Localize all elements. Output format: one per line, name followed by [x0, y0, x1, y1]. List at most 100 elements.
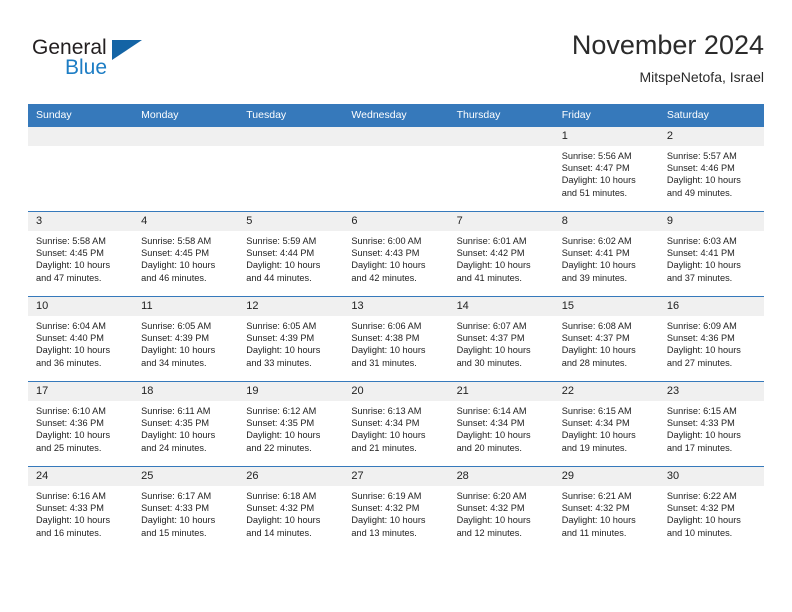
- calendar-day-cell[interactable]: 13 Sunrise: 6:06 AM Sunset: 4:38 PM Dayligh…: [343, 296, 449, 382]
- calendar-day-cell[interactable]: 20 Sunrise: 6:13 AM Sunset: 4:34 PM Dayligh…: [343, 381, 449, 467]
- day-details: Sunrise: 6:09 AM Sunset: 4:36 PM Daylight:…: [659, 316, 764, 369]
- calendar-week-row: 17 Sunrise: 6:10 AM Sunset: 4:36 PM Dayligh…: [28, 381, 764, 467]
- day-details: Sunrise: 6:15 AM Sunset: 4:34 PM Daylight:…: [554, 401, 659, 454]
- sunset-time: Sunset: 4:33 PM: [141, 503, 210, 514]
- daylight-duration-line1: Daylight: 10 hours: [561, 260, 636, 271]
- calendar-header-row: Sunday Monday Tuesday Wednesday Thursday…: [28, 104, 764, 127]
- calendar-day-cell[interactable]: 10 Sunrise: 6:04 AM Sunset: 4:40 PM Dayligh…: [28, 296, 134, 382]
- sunrise-time: Sunrise: 6:22 AM: [666, 491, 737, 501]
- calendar-day-cell[interactable]: 15 Sunrise: 6:08 AM Sunset: 4:37 PM Dayligh…: [553, 296, 659, 382]
- calendar-day-cell[interactable]: 6 Sunrise: 6:00 AM Sunset: 4:43 PM Daylight…: [343, 211, 449, 297]
- general-blue-logo[interactable]: General Blue: [32, 36, 222, 94]
- day-number: 24: [28, 467, 134, 486]
- daylight-duration-line2: and 11 minutes.: [561, 527, 627, 538]
- calendar-day-cell[interactable]: 23 Sunrise: 6:15 AM Sunset: 4:33 PM Dayligh…: [658, 381, 764, 467]
- calendar-day-cell[interactable]: 8 Sunrise: 6:02 AM Sunset: 4:41 PM Daylight…: [553, 211, 659, 297]
- day-details: Sunrise: 6:19 AM Sunset: 4:32 PM Daylight:…: [343, 486, 448, 539]
- daylight-duration-line1: Daylight: 10 hours: [141, 515, 216, 526]
- day-number: [133, 127, 239, 146]
- calendar-day-cell[interactable]: 30 Sunrise: 6:22 AM Sunset: 4:32 PM Dayligh…: [658, 466, 764, 551]
- sunrise-time: Sunrise: 6:04 AM: [36, 321, 106, 331]
- page-header: General Blue November 2024 MitspeNetofa,…: [28, 28, 764, 96]
- calendar-day-cell[interactable]: 2 Sunrise: 5:57 AM Sunset: 4:46 PM Daylight…: [658, 126, 764, 212]
- calendar-day-cell[interactable]: 12 Sunrise: 6:05 AM Sunset: 4:39 PM Dayligh…: [238, 296, 344, 382]
- day-details: Sunrise: 6:01 AM Sunset: 4:42 PM Daylight:…: [449, 231, 554, 284]
- day-number: 5: [238, 212, 344, 231]
- daylight-duration-line2: and 13 minutes.: [351, 527, 417, 538]
- daylight-duration-line1: Daylight: 10 hours: [351, 260, 426, 271]
- daylight-duration-line1: Daylight: 10 hours: [246, 430, 321, 441]
- day-details: Sunrise: 5:57 AM Sunset: 4:46 PM Daylight:…: [659, 146, 764, 199]
- calendar-day-cell[interactable]: 4 Sunrise: 5:58 AM Sunset: 4:45 PM Daylight…: [133, 211, 239, 297]
- day-details: Sunrise: 6:11 AM Sunset: 4:35 PM Daylight:…: [133, 401, 238, 454]
- daylight-duration-line2: and 46 minutes.: [141, 272, 207, 283]
- calendar-body: 1 Sunrise: 5:56 AM Sunset: 4:47 PM Daylight…: [28, 126, 764, 551]
- calendar-day-cell-empty: [28, 126, 134, 212]
- day-details: Sunrise: 6:14 AM Sunset: 4:34 PM Daylight:…: [449, 401, 554, 454]
- day-details: Sunrise: 6:08 AM Sunset: 4:37 PM Daylight:…: [554, 316, 659, 369]
- sunrise-time: Sunrise: 6:15 AM: [666, 406, 737, 416]
- sunset-time: Sunset: 4:34 PM: [351, 418, 420, 429]
- daylight-duration-line2: and 47 minutes.: [36, 272, 102, 283]
- sunrise-time: Sunrise: 6:14 AM: [456, 406, 527, 416]
- day-number: 28: [448, 467, 554, 486]
- calendar-day-cell[interactable]: 19 Sunrise: 6:12 AM Sunset: 4:35 PM Dayligh…: [238, 381, 344, 467]
- daylight-duration-line2: and 37 minutes.: [666, 272, 733, 283]
- day-details: Sunrise: 5:58 AM Sunset: 4:45 PM Daylight:…: [28, 231, 133, 284]
- daylight-duration-line2: and 41 minutes.: [456, 272, 522, 283]
- calendar-day-cell[interactable]: 29 Sunrise: 6:21 AM Sunset: 4:32 PM Dayligh…: [553, 466, 659, 551]
- calendar-day-cell[interactable]: 22 Sunrise: 6:15 AM Sunset: 4:34 PM Dayligh…: [553, 381, 659, 467]
- daylight-duration-line2: and 31 minutes.: [351, 357, 417, 368]
- day-number: 6: [343, 212, 449, 231]
- daylight-duration-line2: and 25 minutes.: [36, 442, 102, 453]
- sunrise-time: Sunrise: 6:02 AM: [561, 236, 632, 246]
- day-number: 13: [343, 297, 449, 316]
- calendar-day-cell[interactable]: 3 Sunrise: 5:58 AM Sunset: 4:45 PM Daylight…: [28, 211, 134, 297]
- sunset-time: Sunset: 4:32 PM: [666, 503, 735, 514]
- day-number: 8: [553, 212, 659, 231]
- daylight-duration-line1: Daylight: 10 hours: [351, 345, 426, 356]
- weekday-header-wednesday: Wednesday: [343, 104, 449, 127]
- sunrise-time: Sunrise: 6:15 AM: [561, 406, 632, 416]
- calendar-day-cell[interactable]: 16 Sunrise: 6:09 AM Sunset: 4:36 PM Dayligh…: [658, 296, 764, 382]
- calendar-day-cell[interactable]: 25 Sunrise: 6:17 AM Sunset: 4:33 PM Dayligh…: [133, 466, 239, 551]
- day-number: [28, 127, 134, 146]
- calendar-day-cell[interactable]: 5 Sunrise: 5:59 AM Sunset: 4:44 PM Daylight…: [238, 211, 344, 297]
- calendar-day-cell[interactable]: 17 Sunrise: 6:10 AM Sunset: 4:36 PM Dayligh…: [28, 381, 134, 467]
- sunrise-time: Sunrise: 5:57 AM: [666, 151, 737, 161]
- calendar-day-cell[interactable]: 26 Sunrise: 6:18 AM Sunset: 4:32 PM Dayligh…: [238, 466, 344, 551]
- calendar-day-cell[interactable]: 27 Sunrise: 6:19 AM Sunset: 4:32 PM Dayligh…: [343, 466, 449, 551]
- calendar-day-cell[interactable]: 28 Sunrise: 6:20 AM Sunset: 4:32 PM Dayligh…: [448, 466, 554, 551]
- sunset-time: Sunset: 4:32 PM: [246, 503, 315, 514]
- sunrise-time: Sunrise: 5:56 AM: [561, 151, 632, 161]
- calendar-day-cell[interactable]: 21 Sunrise: 6:14 AM Sunset: 4:34 PM Dayligh…: [448, 381, 554, 467]
- sunrise-time: Sunrise: 5:59 AM: [246, 236, 317, 246]
- day-details: Sunrise: 6:13 AM Sunset: 4:34 PM Daylight:…: [343, 401, 448, 454]
- calendar-day-cell[interactable]: 9 Sunrise: 6:03 AM Sunset: 4:41 PM Daylight…: [658, 211, 764, 297]
- calendar-day-cell[interactable]: 11 Sunrise: 6:05 AM Sunset: 4:39 PM Dayligh…: [133, 296, 239, 382]
- daylight-duration-line1: Daylight: 10 hours: [351, 430, 426, 441]
- daylight-duration-line1: Daylight: 10 hours: [561, 430, 636, 441]
- sunrise-time: Sunrise: 6:09 AM: [666, 321, 737, 331]
- day-details: Sunrise: 6:15 AM Sunset: 4:33 PM Daylight:…: [659, 401, 764, 454]
- weekday-header-saturday: Saturday: [658, 104, 764, 127]
- calendar-week-row: 10 Sunrise: 6:04 AM Sunset: 4:40 PM Dayligh…: [28, 296, 764, 382]
- sunrise-time: Sunrise: 6:13 AM: [351, 406, 422, 416]
- sunrise-time: Sunrise: 6:01 AM: [456, 236, 527, 246]
- day-number: 4: [133, 212, 239, 231]
- calendar-day-cell[interactable]: 14 Sunrise: 6:07 AM Sunset: 4:37 PM Dayligh…: [448, 296, 554, 382]
- day-details: Sunrise: 6:16 AM Sunset: 4:33 PM Daylight:…: [28, 486, 133, 539]
- calendar-day-cell[interactable]: 1 Sunrise: 5:56 AM Sunset: 4:47 PM Daylight…: [553, 126, 659, 212]
- daylight-duration-line1: Daylight: 10 hours: [666, 430, 741, 441]
- sunset-time: Sunset: 4:32 PM: [456, 503, 525, 514]
- day-details: Sunrise: 6:18 AM Sunset: 4:32 PM Daylight:…: [238, 486, 343, 539]
- sunrise-time: Sunrise: 6:07 AM: [456, 321, 527, 331]
- sunrise-time: Sunrise: 6:12 AM: [246, 406, 317, 416]
- calendar-day-cell[interactable]: 18 Sunrise: 6:11 AM Sunset: 4:35 PM Dayligh…: [133, 381, 239, 467]
- day-details: Sunrise: 6:21 AM Sunset: 4:32 PM Daylight:…: [554, 486, 659, 539]
- day-number: [238, 127, 344, 146]
- calendar-day-cell[interactable]: 24 Sunrise: 6:16 AM Sunset: 4:33 PM Dayligh…: [28, 466, 134, 551]
- calendar-day-cell[interactable]: 7 Sunrise: 6:01 AM Sunset: 4:42 PM Daylight…: [448, 211, 554, 297]
- calendar-week-row: 1 Sunrise: 5:56 AM Sunset: 4:47 PM Daylight…: [28, 126, 764, 212]
- weekday-header-tuesday: Tuesday: [238, 104, 344, 127]
